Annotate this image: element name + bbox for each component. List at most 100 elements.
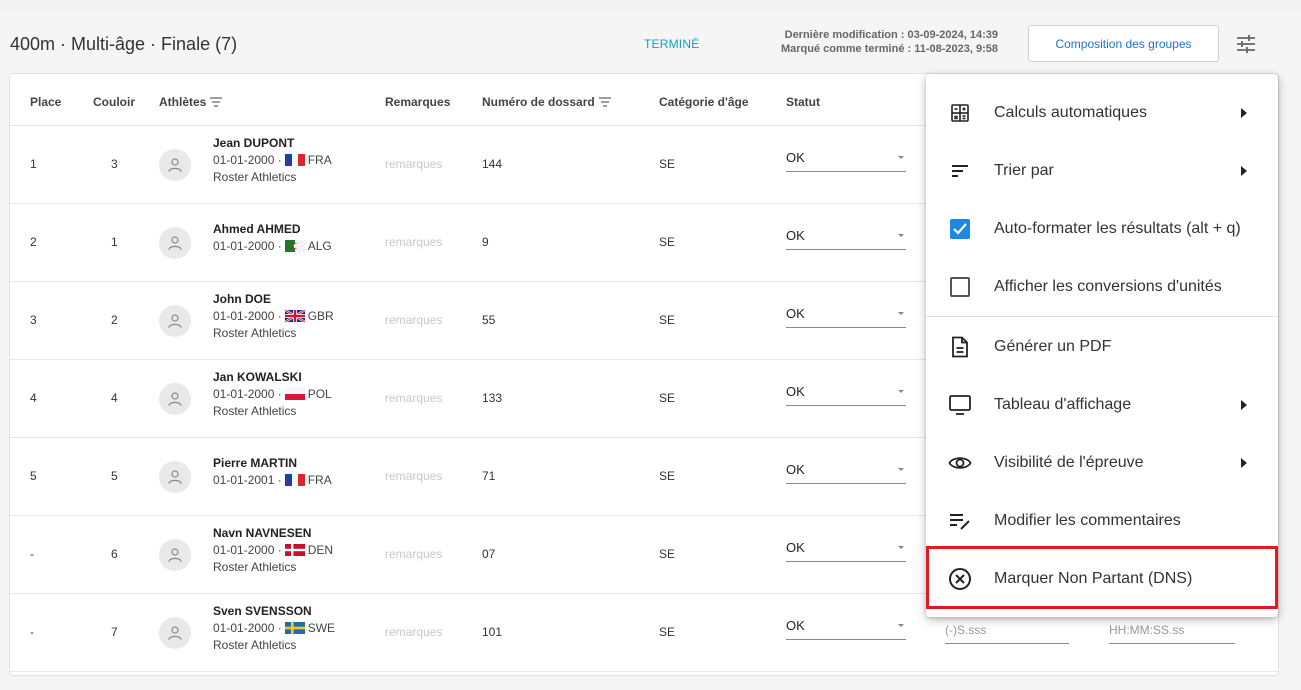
menu-item-event-visibility[interactable]: Visibilité de l'épreuve [926, 434, 1278, 492]
person-icon [168, 392, 182, 406]
menu-item-label: Afficher les conversions d'unités [994, 278, 1222, 295]
groups-composition-button[interactable]: Composition des groupes [1028, 25, 1219, 62]
athlete-name[interactable]: Pierre MARTIN [213, 456, 297, 470]
status-badge: TERMINÉ [644, 37, 700, 51]
athlete-name[interactable]: Jean DUPONT [213, 136, 294, 150]
menu-item-edit-comments[interactable]: Modifier les commentaires [926, 492, 1278, 550]
flag-icon [284, 544, 305, 556]
options-menu: Calculs automatiques Trier par Auto-format… [926, 74, 1278, 617]
settings-button[interactable] [1230, 28, 1262, 60]
status-select[interactable]: OK [786, 458, 906, 484]
age-category-cell: SE [659, 157, 676, 171]
col-age-category: Catégorie d'âge [659, 95, 749, 109]
chevron-down-icon [898, 468, 904, 471]
athlete-country: FRA [307, 153, 332, 167]
menu-divider [926, 316, 1278, 317]
bib-cell: 55 [482, 313, 496, 327]
avatar [159, 383, 191, 415]
menu-item-generate-pdf[interactable]: Générer un PDF [926, 318, 1278, 376]
status-value: OK [786, 618, 805, 633]
time-input[interactable]: HH:MM:SS.ss [1109, 623, 1184, 637]
athlete-dob: 01-01-2000 · [213, 621, 282, 635]
menu-item-icon [948, 567, 972, 591]
menu-item-auto-calculations[interactable]: Calculs automatiques [926, 84, 1278, 142]
result-input-underline [945, 643, 1069, 644]
remarks-input[interactable]: remarques [385, 547, 442, 561]
athlete-name[interactable]: Jan KOWALSKI [213, 370, 302, 384]
bib-cell: 71 [482, 469, 496, 483]
chevron-down-icon [898, 234, 904, 237]
place-cell: 4 [30, 391, 37, 405]
status-select[interactable]: OK [786, 224, 906, 250]
avatar [159, 461, 191, 493]
chevron-right-icon [1241, 166, 1247, 176]
time-input-underline [1109, 643, 1235, 644]
menu-item-icon [948, 451, 972, 475]
menu-item-mark-dns[interactable]: Marquer Non Partant (DNS) [926, 550, 1278, 608]
flag-icon [284, 240, 305, 252]
menu-item-label: Calculs automatiques [994, 104, 1147, 121]
menu-item-sort-by[interactable]: Trier par [926, 142, 1278, 200]
athlete-name[interactable]: John DOE [213, 292, 271, 306]
chevron-right-icon [1241, 108, 1247, 118]
remarks-input[interactable]: remarques [385, 625, 442, 639]
chevron-down-icon [898, 390, 904, 393]
status-value: OK [786, 384, 805, 399]
chevron-right-icon [1241, 458, 1247, 468]
bib-cell: 07 [482, 547, 496, 561]
athlete-club: Roster Athletics [213, 404, 297, 418]
status-select[interactable]: OK [786, 146, 906, 172]
athlete-name[interactable]: Ahmed AHMED [213, 222, 301, 236]
remarks-input[interactable]: remarques [385, 313, 442, 327]
remarks-input[interactable]: remarques [385, 157, 442, 171]
place-cell: 1 [30, 157, 37, 171]
athlete-info: 01-01-2000 · POL [213, 387, 332, 401]
chevron-right-icon [1241, 400, 1247, 410]
col-athletes[interactable]: Athlètes [159, 95, 223, 109]
filter-sort-icon [598, 97, 611, 107]
menu-item-label: Marquer Non Partant (DNS) [994, 570, 1193, 587]
lane-cell: 3 [111, 157, 118, 171]
bib-cell: 133 [482, 391, 503, 405]
status-select[interactable]: OK [786, 614, 906, 640]
age-category-cell: SE [659, 391, 676, 405]
menu-item-auto-format[interactable]: Auto-formater les résultats (alt + q) [926, 200, 1278, 258]
col-lane: Couloir [93, 95, 135, 109]
flag-icon [284, 388, 305, 400]
status-select[interactable]: OK [786, 380, 906, 406]
person-icon [168, 314, 182, 328]
calculator-icon [951, 104, 969, 122]
col-bib[interactable]: Numéro de dossard [482, 95, 611, 109]
menu-item-scoreboard[interactable]: Tableau d'affichage [926, 376, 1278, 434]
remarks-input[interactable]: remarques [385, 235, 442, 249]
menu-item-icon [948, 217, 972, 241]
tune-icon [1237, 35, 1255, 53]
filter-sort-icon [210, 97, 223, 107]
sort-icon [952, 165, 968, 177]
menu-item-icon [948, 101, 972, 125]
athlete-club: Roster Athletics [213, 638, 297, 652]
athlete-name[interactable]: Navn NAVNESEN [213, 526, 311, 540]
age-category-cell: SE [659, 469, 676, 483]
checkbox-empty-icon [950, 277, 970, 297]
athlete-dob: 01-01-2000 · [213, 153, 282, 167]
menu-item-label: Tableau d'affichage [994, 396, 1132, 413]
athlete-info: 01-01-2000 · ALG [213, 239, 332, 253]
remarks-input[interactable]: remarques [385, 391, 442, 405]
remarks-input[interactable]: remarques [385, 469, 442, 483]
status-select[interactable]: OK [786, 302, 906, 328]
status-select[interactable]: OK [786, 536, 906, 562]
last-modified-text: Dernière modification : 03-09-2024, 14:3… [784, 29, 998, 41]
athlete-dob: 01-01-2000 · [213, 309, 282, 323]
event-header: 400m · Multi-âge · Finale (7) TERMINÉ De… [0, 10, 1301, 80]
result-input[interactable]: (-)S.sss [945, 623, 986, 637]
athlete-name[interactable]: Sven SVENSSON [213, 604, 312, 618]
col-status: Statut [786, 95, 820, 109]
athlete-dob: 01-01-2001 · [213, 473, 282, 487]
menu-item-icon [948, 275, 972, 299]
bib-cell: 144 [482, 157, 503, 171]
chevron-down-icon [898, 624, 904, 627]
flag-icon [284, 622, 305, 634]
col-place: Place [30, 95, 62, 109]
menu-item-unit-conversions[interactable]: Afficher les conversions d'unités [926, 258, 1278, 316]
